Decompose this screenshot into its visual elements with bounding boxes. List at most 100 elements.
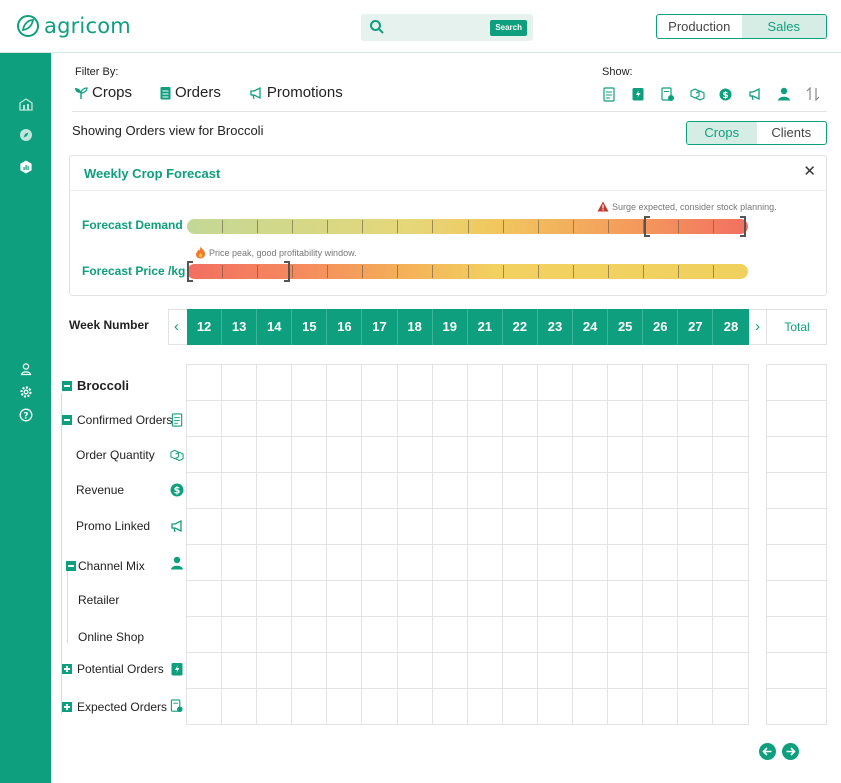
grid-cell[interactable] <box>713 473 749 509</box>
grid-cell[interactable] <box>608 617 644 653</box>
grid-cell[interactable] <box>187 437 223 473</box>
grid-cell[interactable] <box>537 617 574 653</box>
grid-cell[interactable] <box>292 617 328 653</box>
grid-cell[interactable] <box>643 653 679 689</box>
grid-cell[interactable] <box>502 653 538 689</box>
grid-cell[interactable] <box>257 617 293 653</box>
grid-cell[interactable] <box>292 689 328 725</box>
grid-cell[interactable] <box>257 365 293 401</box>
grid-cell[interactable] <box>608 545 644 581</box>
grid-cell[interactable] <box>467 617 503 653</box>
week-column-header[interactable]: 22 <box>503 309 538 345</box>
grid-cell[interactable] <box>643 365 679 401</box>
order-quantity-icon[interactable] <box>690 86 719 102</box>
grid-cell[interactable] <box>678 437 714 473</box>
collapse-icon[interactable] <box>66 561 76 571</box>
chart-icon[interactable] <box>19 160 33 174</box>
expand-icon[interactable] <box>62 664 72 674</box>
collapse-icon[interactable] <box>62 380 72 391</box>
mode-sales-button[interactable]: Sales <box>741 15 826 38</box>
grid-cell[interactable] <box>397 509 433 545</box>
collapse-icon[interactable] <box>62 415 72 425</box>
tree-confirmed-orders-row[interactable]: Confirmed Orders <box>62 413 172 427</box>
grid-cell[interactable] <box>187 617 223 653</box>
grid-cell[interactable] <box>502 365 538 401</box>
grid-cell[interactable] <box>327 473 363 509</box>
grid-cell[interactable] <box>327 617 363 653</box>
grid-cell[interactable] <box>187 653 223 689</box>
grid-cell[interactable] <box>608 437 644 473</box>
grid-cell[interactable] <box>643 581 679 617</box>
grid-cell[interactable] <box>397 689 433 725</box>
grid-cell[interactable] <box>292 545 328 581</box>
grid-cell[interactable] <box>502 401 538 437</box>
grid-cell[interactable] <box>292 437 328 473</box>
tree-potential-orders-row[interactable]: Potential Orders <box>62 662 164 676</box>
grid-cell[interactable] <box>222 653 258 689</box>
grid-cell[interactable] <box>713 689 749 725</box>
grid-cell[interactable] <box>608 653 644 689</box>
grid-cell[interactable] <box>257 545 293 581</box>
grid-cell[interactable] <box>643 689 679 725</box>
grid-cell[interactable] <box>222 509 258 545</box>
grid-cell[interactable] <box>222 365 258 401</box>
grid-cell[interactable] <box>292 653 328 689</box>
grid-cell[interactable] <box>713 617 749 653</box>
grid-cell[interactable] <box>678 401 714 437</box>
grid-cell[interactable] <box>678 689 714 725</box>
price-range-end-handle[interactable] <box>284 261 290 282</box>
grid-cell[interactable] <box>292 365 328 401</box>
grid-cell[interactable] <box>713 401 749 437</box>
week-column-header[interactable]: 14 <box>257 309 293 345</box>
grid-cell[interactable] <box>502 617 538 653</box>
grid-cell[interactable] <box>502 581 538 617</box>
grid-cell[interactable] <box>222 437 258 473</box>
week-column-header[interactable]: 12 <box>187 309 223 345</box>
grid-cell[interactable] <box>467 581 503 617</box>
grid-cell[interactable] <box>187 401 223 437</box>
grid-cell[interactable] <box>397 437 433 473</box>
grid-cell[interactable] <box>362 617 398 653</box>
grid-cell[interactable] <box>537 509 574 545</box>
grid-cell[interactable] <box>327 545 363 581</box>
chevron-left-icon[interactable]: ‹ <box>174 318 179 335</box>
week-column-header[interactable]: 19 <box>433 309 468 345</box>
week-column-header[interactable]: 18 <box>398 309 433 345</box>
grid-cell[interactable] <box>537 653 574 689</box>
grid-cell[interactable] <box>362 509 398 545</box>
grid-cell[interactable] <box>467 437 503 473</box>
grid-cell[interactable] <box>362 689 398 725</box>
grid-cell[interactable] <box>502 509 538 545</box>
demand-range-end-handle[interactable] <box>740 216 746 237</box>
grid-cell[interactable] <box>537 545 574 581</box>
grid-cell[interactable] <box>467 545 503 581</box>
grid-cell[interactable] <box>643 437 679 473</box>
grid-cell[interactable] <box>573 581 609 617</box>
view-crops-button[interactable]: Crops <box>687 122 757 144</box>
grid-cell[interactable] <box>643 401 679 437</box>
week-column-header[interactable]: 17 <box>362 309 398 345</box>
grid-cell[interactable] <box>187 689 223 725</box>
week-column-header[interactable]: 25 <box>608 309 644 345</box>
grid-cell[interactable] <box>537 365 574 401</box>
grid-cell[interactable] <box>573 365 609 401</box>
logo[interactable]: agricom <box>16 14 131 38</box>
grid-cell[interactable] <box>292 473 328 509</box>
grid-cell[interactable] <box>397 401 433 437</box>
grid-cell[interactable] <box>187 581 223 617</box>
grid-cell[interactable] <box>292 509 328 545</box>
grid-cell[interactable] <box>537 689 574 725</box>
grid-cell[interactable] <box>713 509 749 545</box>
grid-cell[interactable] <box>187 509 223 545</box>
grid-cell[interactable] <box>713 365 749 401</box>
grid-cell[interactable] <box>713 653 749 689</box>
tree-expected-orders-row[interactable]: Expected Orders <box>62 700 167 714</box>
grid-cell[interactable] <box>608 509 644 545</box>
grid-cell[interactable] <box>362 365 398 401</box>
grid-cell[interactable] <box>327 581 363 617</box>
grid-cell[interactable] <box>573 545 609 581</box>
grid-cell[interactable] <box>397 617 433 653</box>
grid-cell[interactable] <box>573 653 609 689</box>
filter-orders[interactable]: Orders <box>160 84 221 101</box>
grid-cell[interactable] <box>222 581 258 617</box>
